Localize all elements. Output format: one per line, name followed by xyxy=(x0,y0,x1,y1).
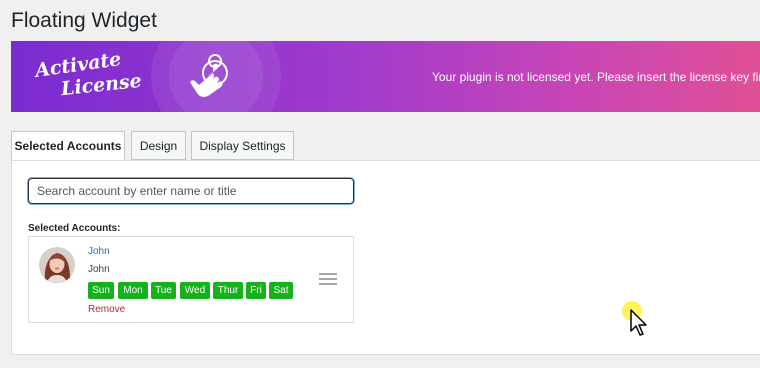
hand-tap-icon xyxy=(190,54,228,97)
day-sun-badge[interactable]: Sun xyxy=(88,282,114,299)
tab-display-settings[interactable]: Display Settings xyxy=(191,131,294,160)
page-title: Floating Widget xyxy=(11,9,157,32)
day-tue-badge[interactable]: Tue xyxy=(151,282,176,299)
activate-license-logo: Activate License xyxy=(34,48,145,103)
remove-account-link[interactable]: Remove xyxy=(88,304,125,315)
selected-accounts-label: Selected Accounts: xyxy=(28,223,121,234)
day-wed-badge[interactable]: Wed xyxy=(180,282,210,299)
account-name-link[interactable]: John xyxy=(88,246,110,257)
day-mon-badge[interactable]: Mon xyxy=(118,282,148,299)
account-card: John John Sun Mon Tue Wed Thur Fri Sat R… xyxy=(28,236,354,323)
tab-design[interactable]: Design xyxy=(131,131,186,160)
avatar xyxy=(39,247,75,283)
day-sat-badge[interactable]: Sat xyxy=(269,282,293,299)
drag-handle-icon[interactable] xyxy=(319,273,337,287)
day-thur-badge[interactable]: Thur xyxy=(213,282,243,299)
tab-selected-accounts[interactable]: Selected Accounts xyxy=(11,131,125,162)
license-message: Your plugin is not licensed yet. Please … xyxy=(432,70,760,84)
license-banner[interactable]: Activate License Your plugin is not lice… xyxy=(11,41,760,112)
day-fri-badge[interactable]: Fri xyxy=(246,282,266,299)
account-username: John xyxy=(88,264,110,275)
search-account-input[interactable] xyxy=(28,178,354,204)
mouse-cursor-icon xyxy=(630,309,647,336)
